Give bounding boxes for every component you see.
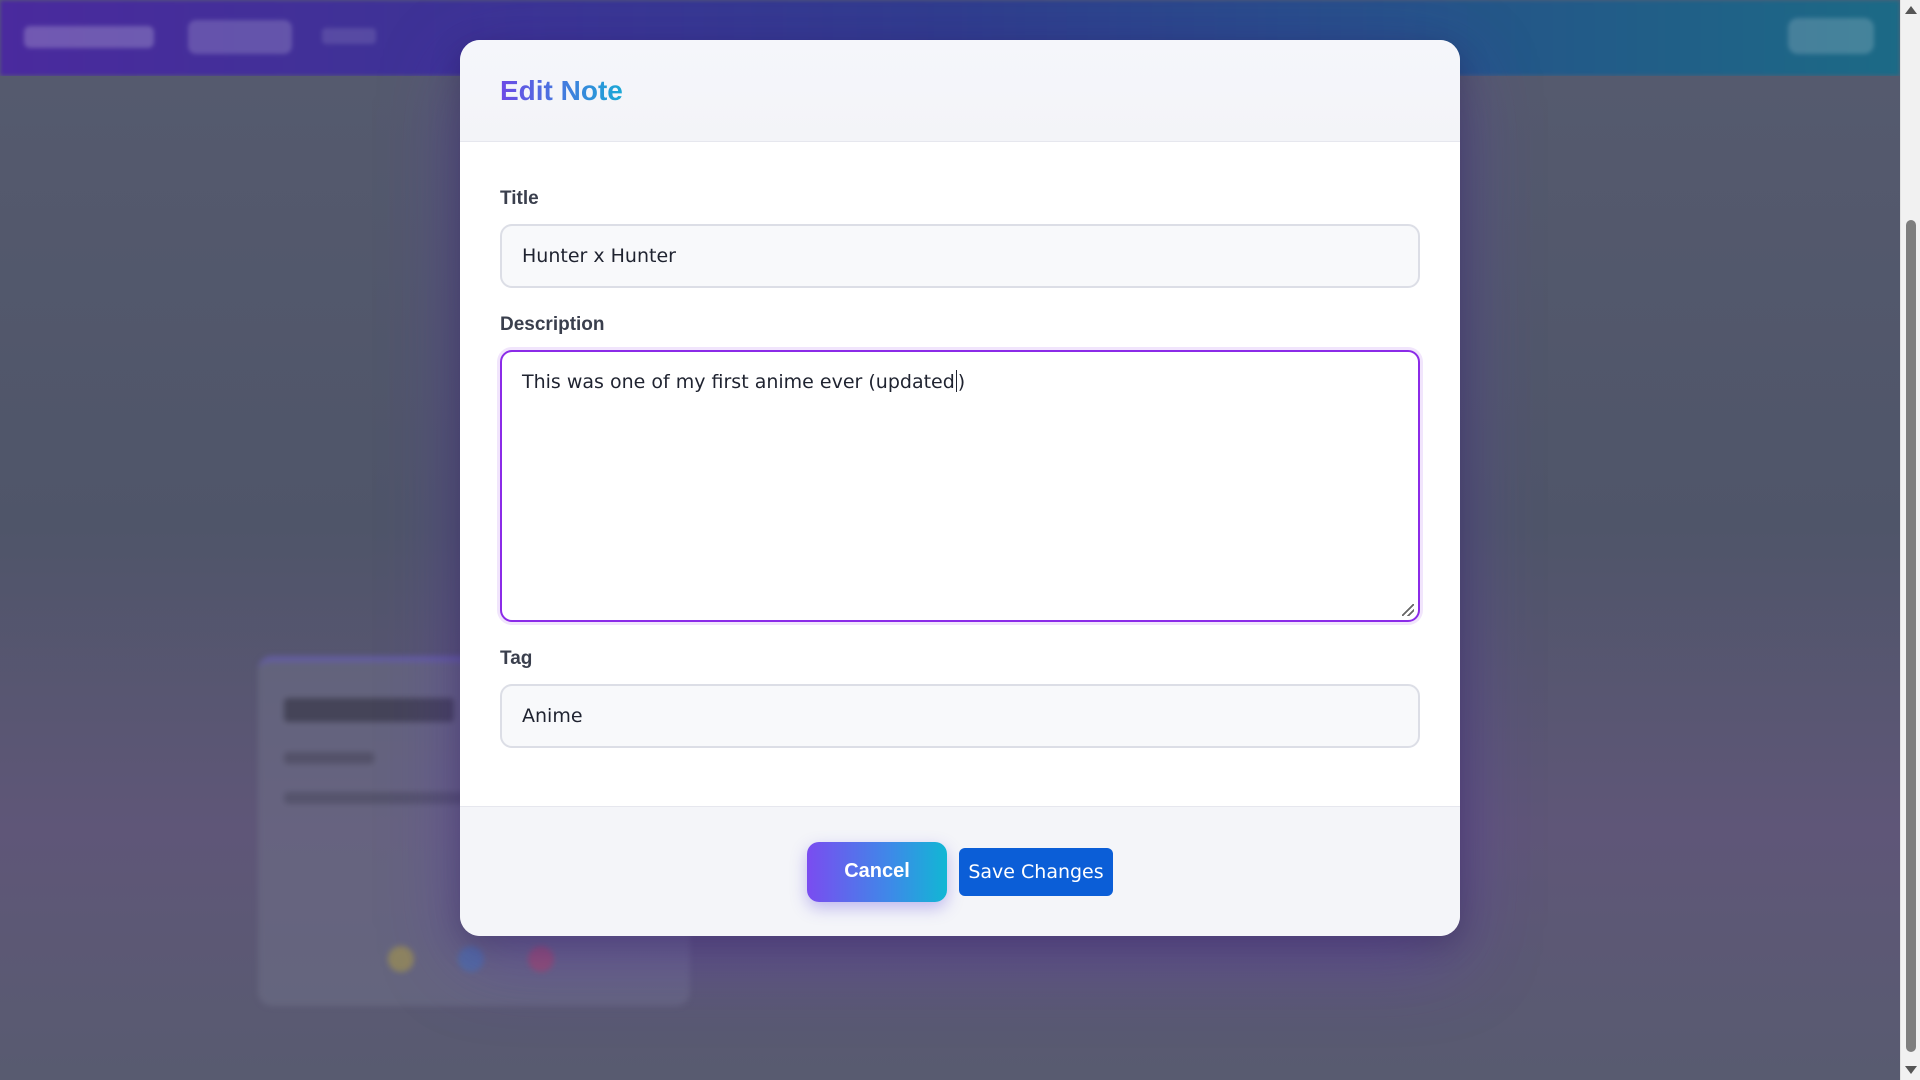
modal-header: Edit Note [460,40,1460,142]
title-input[interactable]: Hunter x Hunter [500,224,1420,288]
title-input-value: Hunter x Hunter [522,245,676,267]
edit-note-modal: Edit Note Title Hunter x Hunter Descript… [460,40,1460,936]
page-scrollbar[interactable] [1900,0,1920,1080]
scroll-up-arrow-icon[interactable] [1905,6,1917,14]
title-field-group: Title Hunter x Hunter [500,188,1420,288]
save-changes-button[interactable]: Save Changes [959,847,1113,896]
cancel-button[interactable]: Cancel [807,841,947,902]
navbar-active-link [188,20,292,54]
navbar-button [1788,18,1874,54]
navbar-link [322,28,376,44]
delete-icon [528,946,554,972]
edit-icon [388,946,414,972]
card-title-placeholder [284,698,454,722]
modal-body: Title Hunter x Hunter Description This w… [460,142,1460,806]
modal-title: Edit Note [500,74,623,106]
resize-handle-icon[interactable] [1402,604,1414,616]
share-icon [458,946,484,972]
description-label: Description [500,314,605,335]
description-text-after-caret: ) [957,371,966,393]
description-text-before-caret: This was one of my first anime ever (upd… [522,371,955,393]
title-label: Title [500,188,539,209]
scroll-down-arrow-icon[interactable] [1905,1066,1917,1074]
text-caret [955,370,957,392]
tag-label: Tag [500,648,533,669]
navbar-brand [24,26,154,48]
card-tag-placeholder [284,752,374,764]
tag-input-value: Anime [522,705,583,727]
modal-footer: Cancel Save Changes [460,806,1460,936]
card-description-placeholder [284,792,484,804]
description-field-group: Description This was one of my first ani… [500,314,1420,622]
tag-field-group: Tag Anime [500,648,1420,748]
description-textarea[interactable]: This was one of my first anime ever (upd… [500,350,1420,622]
tag-input[interactable]: Anime [500,684,1420,748]
scroll-thumb[interactable] [1906,220,1916,1052]
